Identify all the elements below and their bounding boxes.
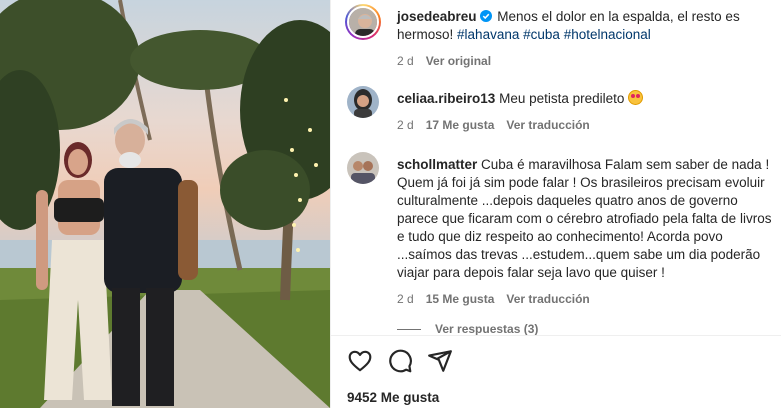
commenter-avatar[interactable] [347,86,379,118]
likes-count[interactable]: 9452 Me gusta [347,390,439,405]
comment-time[interactable]: 2 d [397,116,414,134]
heart-icon[interactable] [347,348,373,374]
see-original-button[interactable]: Ver original [426,52,491,70]
see-translation-button[interactable]: Ver traducción [506,290,589,308]
comments-list[interactable]: josedeabreu Menos el dolor en la espalda… [331,0,781,335]
comment-text: Meu petista predileto [499,91,625,106]
author-username[interactable]: josedeabreu [397,9,477,24]
verified-badge-icon [479,10,492,22]
author-avatar-image [349,8,377,36]
view-replies-label: Ver respuestas (3) [435,322,539,335]
comment-text: Cuba é maravilhosa Falam sem saber de na… [397,157,772,280]
post-photo[interactable] [0,0,330,408]
section-divider [331,335,781,336]
comment-likes[interactable]: 17 Me gusta [426,116,495,134]
view-replies-button[interactable]: Ver respuestas (3) [397,322,538,335]
commenter-avatar-image [347,86,379,118]
hashtag[interactable]: #cuba [523,27,560,42]
comment-username[interactable]: schollmatter [397,157,477,172]
comment-username[interactable]: celiaa.ribeiro13 [397,91,495,106]
action-bar [347,348,453,374]
see-translation-button[interactable]: Ver traducción [506,116,589,134]
post-time[interactable]: 2 d [397,52,414,70]
comment-likes[interactable]: 15 Me gusta [426,290,495,308]
replies-divider-line [397,328,421,330]
comment-time[interactable]: 2 d [397,290,414,308]
heart-eyes-emoji [628,90,644,105]
hashtag[interactable]: #hotelnacional [564,27,651,42]
commenter-avatar[interactable] [347,152,379,184]
comment-icon[interactable] [387,348,413,374]
hashtag[interactable]: #lahavana [457,27,519,42]
author-avatar[interactable] [345,4,381,40]
share-icon[interactable] [427,348,453,374]
commenter-avatar-image [347,152,379,184]
photo-image [0,0,330,408]
comments-panel: josedeabreu Menos el dolor en la espalda… [330,0,781,408]
